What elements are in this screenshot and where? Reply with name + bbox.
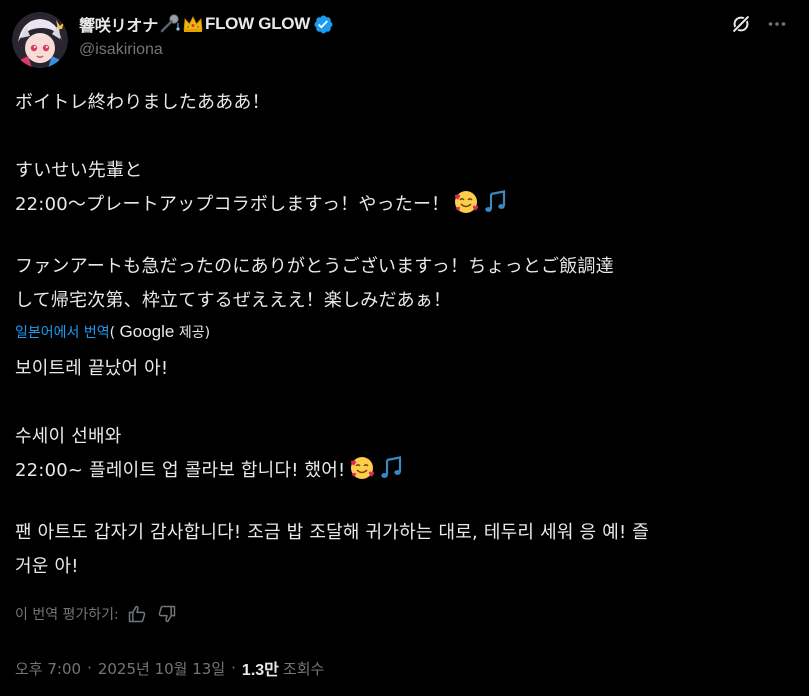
meta-separator: ·: [231, 659, 236, 677]
display-name-suffix[interactable]: FLOW GLOW: [205, 14, 310, 34]
original-line: すいせい先輩と: [15, 160, 143, 181]
crown-emoji: [182, 14, 204, 34]
more-horizontal-icon[interactable]: [764, 11, 790, 37]
provider-name: Google: [119, 322, 175, 341]
views-label: 조회수: [282, 659, 325, 678]
tweet-time[interactable]: 오후 7:00: [15, 658, 81, 679]
translated-from-link[interactable]: 일본어에서 번역: [15, 325, 110, 341]
provider-open: (: [109, 325, 116, 341]
original-text-p1: ボイトレ終わりましたあああ！: [15, 86, 270, 120]
original-line: ボイトレ終わりましたあああ！: [15, 92, 270, 113]
thumbs-down-icon[interactable]: [155, 602, 179, 626]
original-line: 22:00〜プレートアップコラボしますっ！やったー！: [15, 194, 450, 215]
tweet-meta: 오후 7:00 · 2025년 10월 13일 · 1.3만 조회수: [15, 656, 324, 680]
translation-provider: ( Google 제공): [109, 322, 211, 341]
translated-line: 보이트레 끝났어 아!: [15, 358, 169, 379]
microphone-emoji: [159, 14, 181, 34]
rate-translation-label: 이 번역 평가하기:: [15, 607, 119, 623]
original-text-p2: すいせい先輩と 22:00〜プレートアップコラボしますっ！やったー！: [15, 154, 509, 227]
translation-attribution: 일본어에서 번역( Google 제공): [15, 320, 210, 345]
tweet: 響咲リオナ FLOW GLOW @isakiriona ボイトレ終わりましたああ…: [0, 0, 809, 696]
translated-line-with-emoji: 22:00~ 플레이트 업 콜라보 합니다! 했어!: [15, 454, 405, 493]
tweet-date[interactable]: 2025년 10월 13일: [98, 658, 225, 679]
grok-icon[interactable]: [728, 11, 754, 37]
views-count[interactable]: 1.3만: [242, 656, 279, 680]
translated-line: 수세이 선배와: [15, 426, 122, 447]
original-line-with-emoji: 22:00〜プレートアップコラボしますっ！やったー！: [15, 188, 509, 227]
verified-badge-icon[interactable]: [313, 14, 334, 35]
display-name[interactable]: 響咲リオナ: [79, 12, 158, 36]
smiling-face-with-hearts-emoji: [453, 189, 479, 227]
rate-translation: 이 번역 평가하기:: [15, 602, 179, 626]
translated-line: 거운 아!: [15, 556, 79, 577]
original-line: して帰宅次第、枠立てするぜえええ！楽しみだあぁ！: [15, 290, 452, 311]
thumbs-up-icon[interactable]: [125, 602, 149, 626]
musical-notes-emoji: [379, 455, 405, 493]
author-handle[interactable]: @isakiriona: [79, 41, 334, 59]
provider-close: 제공): [174, 325, 211, 341]
original-line: ファンアートも急だったのにありがとうございますっ！ちょっとご飯調達: [15, 256, 614, 277]
tweet-header: 響咲リオナ FLOW GLOW @isakiriona: [79, 12, 334, 59]
translated-line: 팬 아트도 갑자기 감사합니다! 조금 밥 조달해 귀가하는 대로, 테두리 세…: [15, 522, 650, 543]
original-text-p3: ファンアートも急だったのにありがとうございますっ！ちょっとご飯調達 して帰宅次第…: [15, 250, 614, 318]
smiling-face-with-hearts-emoji: [349, 455, 375, 493]
translated-text-p3: 팬 아트도 갑자기 감사합니다! 조금 밥 조달해 귀가하는 대로, 테두리 세…: [15, 516, 649, 584]
translated-text-p2: 수세이 선배와 22:00~ 플레이트 업 콜라보 합니다! 했어!: [15, 420, 405, 493]
musical-notes-emoji: [483, 189, 509, 227]
translated-line: 22:00~ 플레이트 업 콜라보 합니다! 했어!: [15, 460, 346, 481]
display-name-row[interactable]: 響咲リオナ FLOW GLOW: [79, 12, 334, 36]
avatar[interactable]: [12, 12, 68, 68]
translated-text-p1: 보이트레 끝났어 아!: [15, 352, 168, 386]
meta-separator: ·: [87, 659, 92, 677]
